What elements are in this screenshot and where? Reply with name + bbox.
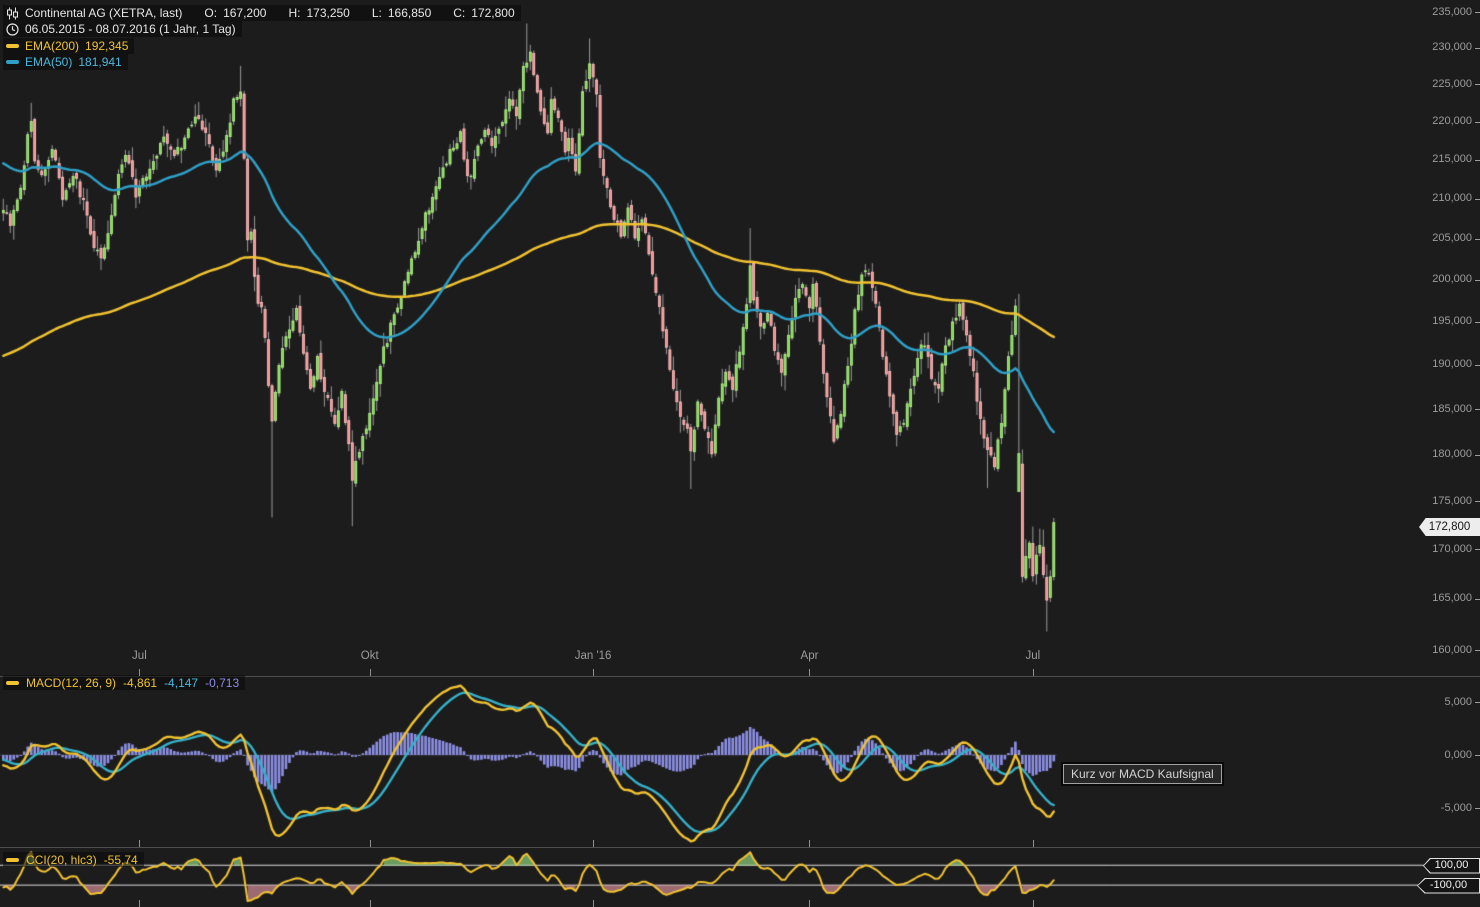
low-value: 166,850 — [388, 6, 431, 20]
ema50-dash-icon — [6, 60, 19, 64]
clock-icon — [6, 23, 19, 36]
close-label: C: — [453, 6, 465, 20]
ema200-dash-icon — [6, 44, 19, 48]
high-value: 173,250 — [306, 6, 349, 20]
macd-signal-value: -4,147 — [164, 676, 198, 690]
close-value: 172,800 — [471, 6, 514, 20]
legend-macd[interactable]: MACD(12, 26, 9) -4,861 -4,147 -0,713 — [3, 675, 245, 690]
cci-value: -55,74 — [104, 853, 138, 867]
ema50-label: EMA(50) — [25, 55, 72, 69]
macd-signal-tooltip: Kurz vor MACD Kaufsignal — [1063, 764, 1222, 784]
candlestick-icon — [6, 7, 19, 20]
ema50-value: 181,941 — [78, 55, 121, 69]
tooltip-text: Kurz vor MACD Kaufsignal — [1071, 767, 1214, 781]
cci-title: CCI(20, hlc3) — [26, 853, 97, 867]
macd-dash-icon — [6, 681, 19, 685]
macd-value: -4,861 — [123, 676, 157, 690]
instrument-title: Continental AG (XETRA, last) — [25, 6, 182, 20]
ema200-value: 192,345 — [85, 39, 128, 53]
panel-separator-cci — [0, 847, 1480, 848]
date-range: 06.05.2015 - 08.07.2016 (1 Jahr, 1 Tag) — [25, 22, 236, 36]
legend-cci[interactable]: CCI(20, hlc3) -55,74 — [3, 852, 144, 867]
cci-lower-tag: -100,00 — [1417, 878, 1480, 894]
legend-ema50[interactable]: EMA(50) 181,941 — [3, 54, 128, 70]
open-label: O: — [204, 6, 217, 20]
open-value: 167,200 — [223, 6, 266, 20]
cci-dash-icon — [6, 858, 19, 862]
instrument-header[interactable]: Continental AG (XETRA, last) O: 167,200 … — [3, 5, 521, 21]
price-chart-canvas[interactable] — [0, 0, 1480, 907]
high-label: H: — [288, 6, 300, 20]
charting-app: Continental AG (XETRA, last) O: 167,200 … — [0, 0, 1480, 907]
cci-upper-tag: 100,00 — [1423, 858, 1480, 874]
macd-hist-value: -0,713 — [205, 676, 239, 690]
legend-ema200[interactable]: EMA(200) 192,345 — [3, 38, 134, 54]
ema200-label: EMA(200) — [25, 39, 79, 53]
macd-title: MACD(12, 26, 9) — [26, 676, 116, 690]
low-label: L: — [372, 6, 382, 20]
last-price-tag: 172,800 — [1419, 518, 1480, 536]
date-range-row[interactable]: 06.05.2015 - 08.07.2016 (1 Jahr, 1 Tag) — [3, 21, 242, 37]
